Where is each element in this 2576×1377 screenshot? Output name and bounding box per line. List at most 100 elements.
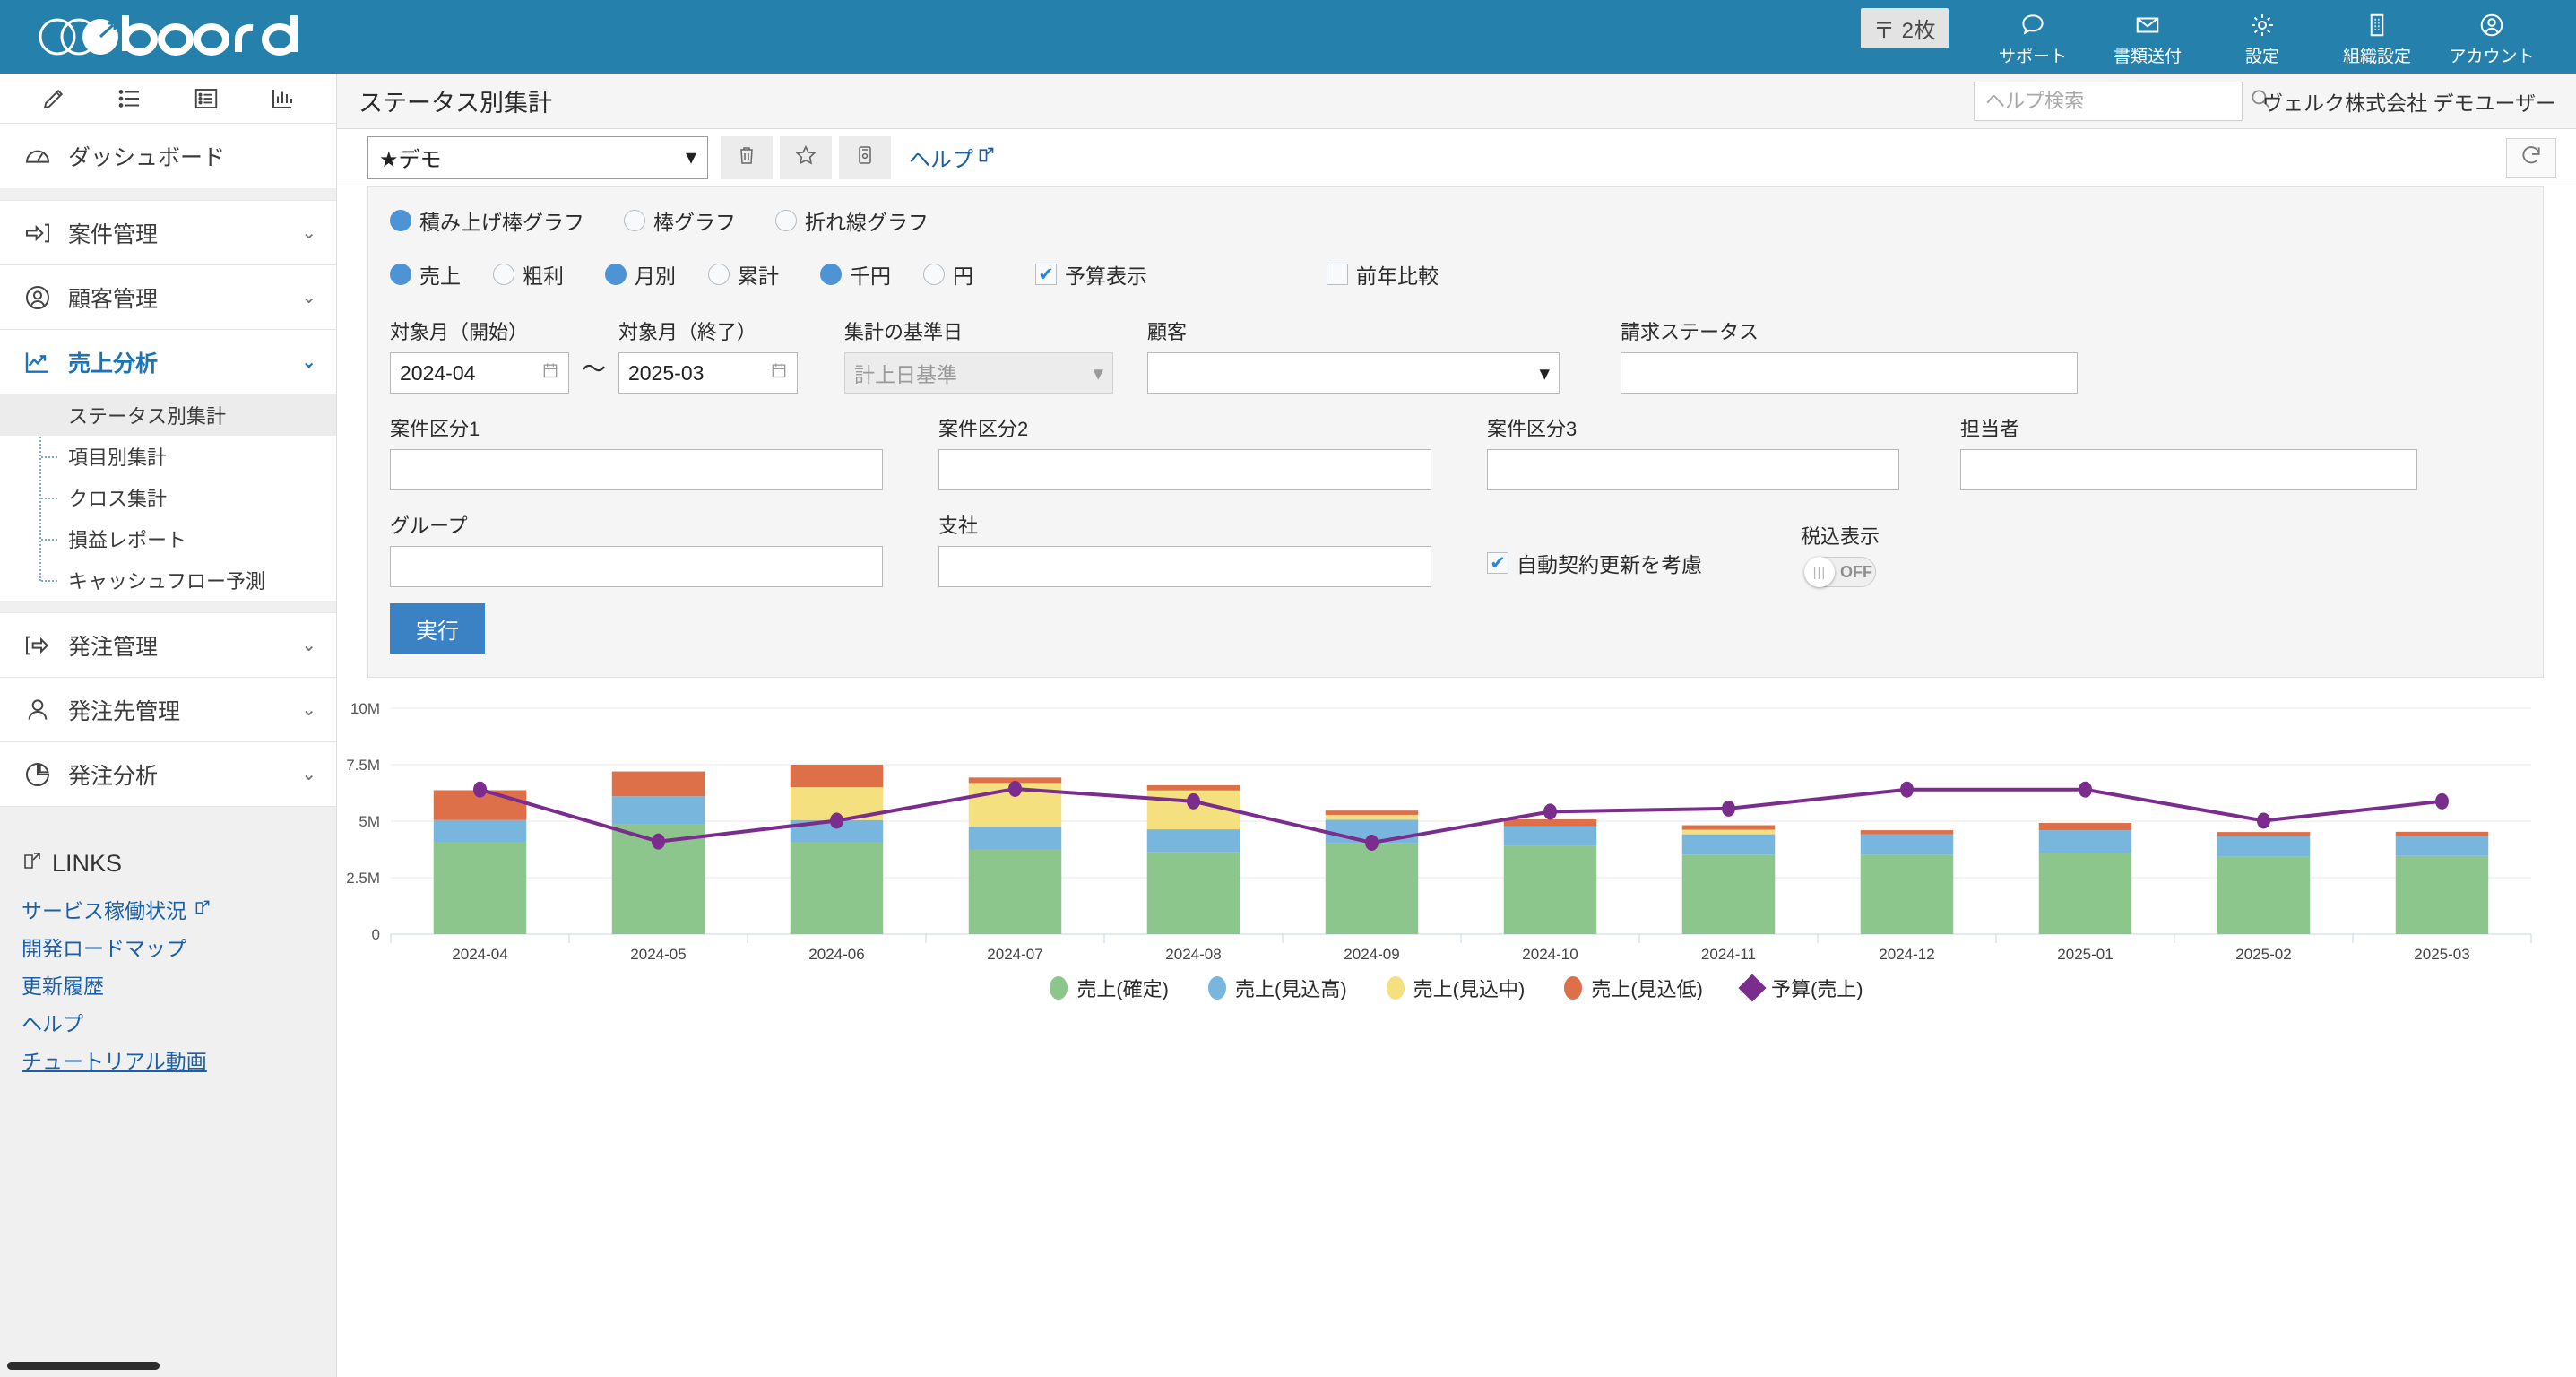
month-end-input[interactable]: 2025-03 bbox=[618, 352, 798, 394]
radio-label: 千円 bbox=[850, 264, 891, 288]
svg-text:2024-06: 2024-06 bbox=[808, 946, 864, 963]
sidebar-links-block: LINKS サービス稼働状況 開発ロードマップ 更新履歴 ヘルプ チュートリアル… bbox=[0, 807, 336, 1377]
sidebar-subitem-status-summary[interactable]: ステータス別集計 bbox=[0, 394, 336, 436]
calendar-icon[interactable] bbox=[770, 360, 788, 385]
field-month-end: 対象月（終了） 2025-03 bbox=[618, 316, 798, 394]
case-class3-input[interactable] bbox=[1487, 449, 1899, 490]
radio-indicator bbox=[624, 210, 645, 231]
checkbox-auto-renew[interactable]: ✔ 自動契約更新を考慮 bbox=[1487, 548, 1702, 578]
radio-line[interactable]: 折れ線グラフ bbox=[775, 205, 929, 236]
calendar-icon[interactable] bbox=[541, 360, 559, 385]
legend-item-high[interactable]: 売上(見込高) bbox=[1208, 974, 1347, 1002]
radio-yen[interactable]: 円 bbox=[923, 259, 973, 290]
help-link[interactable]: ヘルプ bbox=[909, 142, 996, 173]
field-label: 案件区分2 bbox=[938, 418, 1029, 440]
sidebar-subitem-pl-report[interactable]: 損益レポート bbox=[0, 518, 336, 559]
preset-select[interactable]: ★デモ ▾ bbox=[367, 135, 708, 179]
mail-count-badge[interactable]: 〒 2枚 bbox=[1860, 8, 1949, 48]
radio-stacked-bar[interactable]: 積み上げ棒グラフ bbox=[390, 205, 584, 236]
report-toolbar: ★デモ ▾ ヘルプ bbox=[337, 129, 2576, 186]
legend-item-low[interactable]: 売上(見込低) bbox=[1564, 974, 1703, 1002]
checkbox-budget-display[interactable]: ✔ 予算表示 bbox=[1035, 259, 1147, 290]
field-label: 対象月（開始） bbox=[390, 321, 529, 343]
header-item-documents[interactable]: 書類送付 bbox=[2090, 10, 2205, 74]
link-label: サービス稼働状況 bbox=[22, 899, 186, 922]
sidebar-item-order-analysis[interactable]: 発注分析 ⌄ bbox=[0, 742, 336, 807]
radio-label: 月別 bbox=[635, 264, 676, 288]
sidebar-subitem-cashflow-forecast[interactable]: キャッシュフロー予測 bbox=[0, 559, 336, 601]
checkbox-yoy-compare[interactable]: 前年比較 bbox=[1327, 259, 1439, 290]
header-item-org-settings[interactable]: 組織設定 bbox=[2320, 10, 2434, 74]
link-roadmap[interactable]: 開発ロードマップ bbox=[0, 928, 336, 966]
header-item-settings[interactable]: 設定 bbox=[2205, 10, 2320, 74]
sidebar-item-sales-analysis[interactable]: 売上分析 ⌄ bbox=[0, 330, 336, 394]
radio-thousand-yen[interactable]: 千円 bbox=[820, 259, 891, 290]
board-logo[interactable] bbox=[0, 12, 310, 62]
sidebar-item-case-management[interactable]: 案件管理 ⌄ bbox=[0, 201, 336, 265]
bar-chart-icon[interactable] bbox=[261, 81, 304, 117]
radio-sales[interactable]: 売上 bbox=[390, 259, 461, 290]
link-changelog[interactable]: 更新履歴 bbox=[0, 966, 336, 1003]
execute-button[interactable]: 実行 bbox=[390, 603, 485, 654]
header-item-account[interactable]: アカウント bbox=[2434, 10, 2549, 74]
link-help[interactable]: ヘルプ bbox=[0, 1003, 336, 1041]
svg-text:0: 0 bbox=[372, 926, 380, 943]
sidebar-item-customer-management[interactable]: 顧客管理 ⌄ bbox=[0, 265, 336, 330]
sidebar-item-order-management[interactable]: 発注管理 ⌄ bbox=[0, 613, 336, 678]
tax-display-toggle[interactable]: ||| OFF bbox=[1804, 557, 1876, 587]
sidebar-subitem-item-summary[interactable]: 項目別集計 bbox=[0, 436, 336, 477]
billing-status-input[interactable] bbox=[1621, 352, 2078, 394]
legend-item-mid[interactable]: 売上(見込中) bbox=[1386, 974, 1525, 1002]
svg-text:2024-07: 2024-07 bbox=[987, 946, 1042, 963]
branch-input[interactable] bbox=[938, 546, 1431, 587]
legend-item-budget[interactable]: 予算(売上) bbox=[1738, 974, 1863, 1002]
toggle-label: 税込表示 bbox=[1801, 525, 1880, 548]
display-checkbox-group: ✔ 予算表示 前年比較 bbox=[1035, 259, 1439, 290]
chevron-down-icon: ▾ bbox=[1539, 360, 1550, 385]
chevron-down-icon: ⌄ bbox=[301, 352, 316, 372]
link-service-status[interactable]: サービス稼働状況 bbox=[0, 890, 336, 928]
list-icon[interactable] bbox=[108, 81, 151, 117]
sidebar-subitem-label: クロス集計 bbox=[68, 488, 168, 510]
list-box-icon[interactable] bbox=[185, 81, 228, 117]
sidebar-item-label: 顧客管理 bbox=[68, 286, 159, 312]
links-heading: LINKS bbox=[0, 850, 336, 890]
field-case-class1: 案件区分1 bbox=[390, 413, 883, 490]
external-link-icon bbox=[977, 145, 996, 170]
sidebar-subitem-cross-tab[interactable]: クロス集計 bbox=[0, 477, 336, 518]
month-start-input[interactable]: 2024-04 bbox=[390, 352, 569, 394]
sidebar-item-supplier-management[interactable]: 発注先管理 ⌄ bbox=[0, 678, 336, 742]
svg-text:2025-03: 2025-03 bbox=[2414, 946, 2469, 963]
case-class1-input[interactable] bbox=[390, 449, 883, 490]
refresh-button[interactable] bbox=[2506, 137, 2556, 178]
owner-input[interactable] bbox=[1960, 449, 2417, 490]
user-name[interactable]: ヴェルク株式会社 デモユーザー bbox=[2262, 86, 2556, 117]
save-icon bbox=[854, 143, 876, 171]
help-search[interactable] bbox=[1974, 81, 2270, 121]
case-class2-input[interactable] bbox=[938, 449, 1431, 490]
delete-preset-button[interactable] bbox=[721, 135, 773, 179]
radio-cumulative[interactable]: 累計 bbox=[708, 259, 779, 290]
radio-gross-profit[interactable]: 粗利 bbox=[493, 259, 564, 290]
legend-item-confirmed[interactable]: 売上(確定) bbox=[1050, 974, 1169, 1002]
header-item-support[interactable]: サポート bbox=[1975, 10, 2090, 74]
sidebar-item-dashboard[interactable]: ダッシュボード bbox=[0, 124, 336, 188]
sidebar-scrollbar[interactable] bbox=[7, 1362, 160, 1370]
header-item-label: 書類送付 bbox=[2113, 48, 2182, 66]
favorite-preset-button[interactable] bbox=[780, 135, 832, 179]
chevron-down-icon: ▾ bbox=[685, 145, 696, 169]
radio-bar[interactable]: 棒グラフ bbox=[624, 205, 736, 236]
pencil-icon[interactable] bbox=[32, 81, 75, 117]
group-input[interactable] bbox=[390, 546, 883, 587]
link-tutorial-video[interactable]: チュートリアル動画 bbox=[0, 1041, 336, 1078]
customer-select[interactable]: ▾ bbox=[1147, 352, 1560, 394]
field-label: グループ bbox=[390, 515, 468, 537]
radio-monthly[interactable]: 月別 bbox=[605, 259, 676, 290]
radio-indicator bbox=[493, 264, 514, 285]
help-search-input[interactable] bbox=[1985, 89, 2244, 113]
checkbox-indicator: ✔ bbox=[1487, 552, 1508, 574]
legend-swatch bbox=[1050, 976, 1068, 1000]
aggregation-radio-group: 月別 累計 bbox=[605, 259, 820, 290]
save-preset-button[interactable] bbox=[839, 135, 891, 179]
field-value: 2024-04 bbox=[400, 360, 476, 385]
